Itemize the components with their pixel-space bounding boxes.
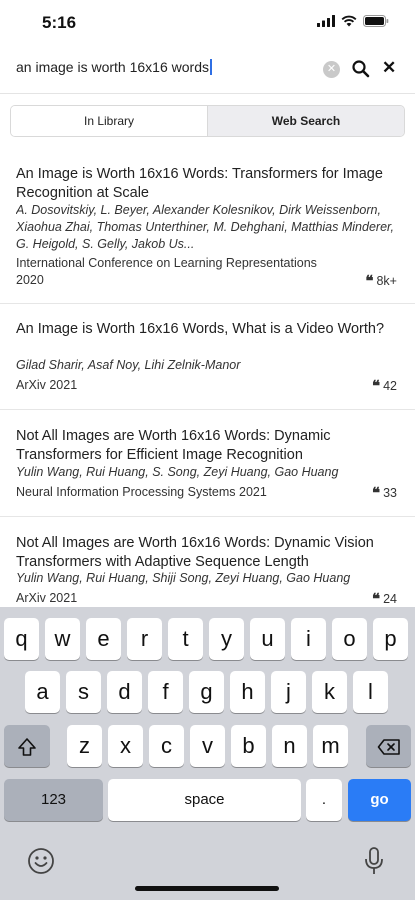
tab-in-library[interactable]: In Library (11, 106, 207, 136)
result-authors: A. Dosovitskiy, L. Beyer, Alexander Kole… (16, 203, 394, 251)
key-g[interactable]: g (189, 671, 224, 713)
backspace-icon[interactable] (366, 725, 411, 767)
search-input[interactable]: an image is worth 16x16 words (16, 59, 316, 75)
key-n[interactable]: n (272, 725, 307, 767)
citation-count: 8k+ (376, 274, 397, 288)
result-venue: ArXiv 2021 (16, 378, 78, 392)
citation-quote-icon: ❝ (365, 272, 374, 290)
key-b[interactable]: b (231, 725, 266, 767)
period-key[interactable]: . (306, 779, 342, 821)
result-authors: Gilad Sharir, Asaf Noy, Lihi Zelnik-Mano… (16, 358, 241, 372)
numbers-key[interactable]: 123 (4, 779, 103, 821)
result-citations: ❝ 33 (372, 484, 397, 502)
key-r[interactable]: r (127, 618, 162, 660)
result-citations: ❝ 8k+ (365, 272, 397, 290)
result-authors: Yulin Wang, Rui Huang, Shiji Song, Zeyi … (16, 571, 351, 585)
citation-quote-icon: ❝ (372, 377, 381, 395)
status-time: 5:16 (42, 13, 77, 32)
citation-quote-icon: ❝ (372, 484, 381, 502)
result-title[interactable]: Not All Images are Worth 16x16 Words: Dy… (16, 427, 401, 465)
result-title[interactable]: An Image is Worth 16x16 Words, What is a… (16, 320, 401, 339)
key-h[interactable]: h (230, 671, 265, 713)
key-f[interactable]: f (148, 671, 183, 713)
key-l[interactable]: l (353, 671, 388, 713)
wifi-icon (341, 15, 357, 27)
result-venue: International Conference on Learning Rep… (16, 256, 317, 270)
battery-icon (363, 15, 389, 27)
key-e[interactable]: e (86, 618, 121, 660)
result-authors: Yulin Wang, Rui Huang, S. Song, Zeyi Hua… (16, 465, 339, 479)
key-z[interactable]: z (67, 725, 102, 767)
key-p[interactable]: p (373, 618, 408, 660)
key-a[interactable]: a (25, 671, 60, 713)
signal-icon (317, 15, 335, 27)
microphone-icon[interactable] (363, 846, 385, 876)
citation-count: 42 (383, 379, 397, 393)
result-divider (0, 303, 415, 304)
key-i[interactable]: i (291, 618, 326, 660)
search-icon[interactable] (351, 59, 371, 79)
key-t[interactable]: t (168, 618, 203, 660)
home-indicator (135, 886, 279, 891)
key-j[interactable]: j (271, 671, 306, 713)
source-tabs: In Library Web Search (10, 105, 405, 137)
close-icon[interactable]: ✕ (382, 58, 396, 78)
citation-count: 24 (383, 592, 397, 606)
result-venue: ArXiv 2021 (16, 591, 78, 605)
emoji-icon[interactable] (27, 847, 55, 875)
result-item[interactable]: Not All Images are Worth 16x16 Words: Dy… (0, 517, 415, 607)
result-venue: Neural Information Processing Systems 20… (16, 485, 267, 499)
citation-count: 33 (383, 486, 397, 500)
key-s[interactable]: s (66, 671, 101, 713)
key-y[interactable]: y (209, 618, 244, 660)
tab-web-search[interactable]: Web Search (207, 106, 404, 136)
header-divider (0, 93, 415, 94)
key-x[interactable]: x (108, 725, 143, 767)
result-title[interactable]: An Image is Worth 16x16 Words: Transform… (16, 165, 401, 203)
result-citations: ❝ 42 (372, 377, 397, 395)
go-key[interactable]: go (348, 779, 411, 821)
text-caret (210, 59, 212, 75)
key-d[interactable]: d (107, 671, 142, 713)
space-key[interactable]: space (108, 779, 301, 821)
result-title[interactable]: Not All Images are Worth 16x16 Words: Dy… (16, 534, 401, 572)
result-citations: ❝ 24 (372, 590, 397, 608)
key-m[interactable]: m (313, 725, 348, 767)
result-year: 2020 (16, 273, 44, 287)
status-bar: 5:16 (0, 0, 415, 46)
result-item[interactable]: Not All Images are Worth 16x16 Words: Dy… (0, 410, 415, 516)
key-v[interactable]: v (190, 725, 225, 767)
clear-icon[interactable]: ✕ (323, 61, 340, 78)
search-query-text: an image is worth 16x16 words (16, 59, 209, 75)
result-item[interactable]: An Image is Worth 16x16 Words, What is a… (0, 305, 415, 410)
result-item[interactable]: An Image is Worth 16x16 Words: Transform… (0, 160, 415, 306)
keyboard: q w e r t y u i o p a s d f g h j k l z … (0, 607, 415, 900)
key-u[interactable]: u (250, 618, 285, 660)
key-w[interactable]: w (45, 618, 80, 660)
status-icons (317, 15, 389, 27)
search-bar: an image is worth 16x16 words ✕ ✕ (0, 52, 415, 88)
key-o[interactable]: o (332, 618, 367, 660)
key-c[interactable]: c (149, 725, 184, 767)
key-k[interactable]: k (312, 671, 347, 713)
citation-quote-icon: ❝ (372, 590, 381, 608)
shift-icon[interactable] (4, 725, 50, 767)
key-q[interactable]: q (4, 618, 39, 660)
